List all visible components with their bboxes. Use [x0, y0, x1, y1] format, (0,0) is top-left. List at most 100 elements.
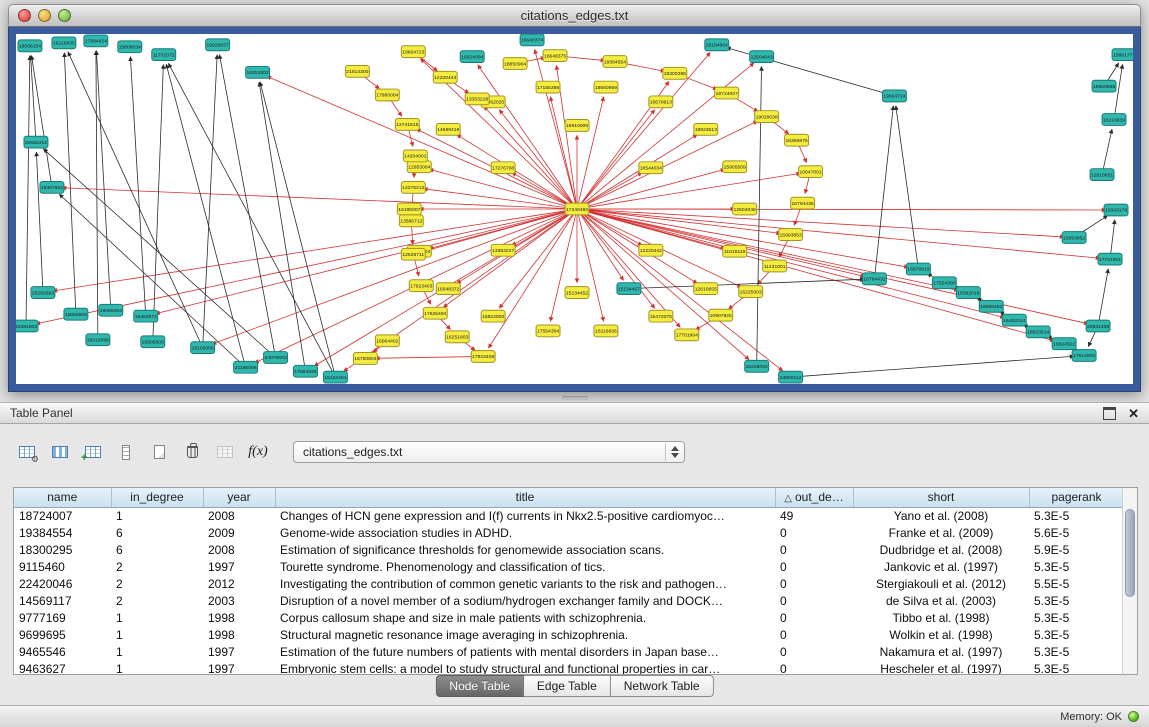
network-node[interactable]: 16360871	[134, 310, 158, 322]
network-node[interactable]: 19015098	[86, 334, 110, 346]
network-node[interactable]: 18923513	[694, 123, 718, 135]
network-node[interactable]: 15905505	[141, 336, 165, 348]
splitter-handle-icon[interactable]	[562, 396, 588, 400]
network-node[interactable]: 14204001	[403, 150, 427, 162]
tab-node-table[interactable]: Node Table	[435, 675, 524, 697]
network-node[interactable]: 16195006	[191, 342, 215, 354]
table-row[interactable]: 1872400712008Changes of HCN gene express…	[14, 507, 1124, 524]
delete-table-icon[interactable]	[179, 440, 205, 464]
network-node[interactable]: 15750804	[353, 353, 377, 365]
network-node[interactable]: 19384554	[603, 56, 627, 68]
float-panel-icon[interactable]	[1103, 407, 1116, 420]
network-node[interactable]: 21814300	[345, 65, 369, 77]
network-node[interactable]: 16116835	[52, 37, 76, 49]
network-node[interactable]: 18392016	[956, 287, 980, 299]
network-node[interactable]: 13353228	[465, 93, 489, 105]
network-node[interactable]: 16648374	[520, 34, 544, 46]
network-node[interactable]: 19560958	[1092, 80, 1116, 92]
network-node[interactable]: 16910009	[565, 120, 589, 132]
network-node[interactable]: 25260593	[31, 287, 55, 299]
network-node[interactable]: 16648375	[543, 50, 567, 62]
network-node[interactable]: 11016119	[723, 245, 747, 257]
network-node[interactable]: 17923403	[409, 280, 433, 292]
network-node[interactable]: 19924502	[1052, 338, 1076, 350]
network-node[interactable]: 15134452	[565, 287, 589, 299]
network-node[interactable]: 24076603	[264, 352, 288, 364]
network-node[interactable]: 15993852	[1062, 232, 1086, 244]
zoom-button[interactable]	[58, 9, 71, 22]
network-node[interactable]: 12610655	[694, 283, 718, 295]
table-row[interactable]: 1830029562008Estimation of significance …	[14, 541, 1124, 558]
network-node[interactable]: 16116839	[1102, 114, 1126, 126]
network-node[interactable]: 12504046	[733, 203, 757, 215]
network-node[interactable]: 14275212	[401, 181, 425, 193]
network-node[interactable]: 19896453	[979, 300, 1003, 312]
network-node[interactable]: 17894824	[84, 35, 108, 47]
network-node[interactable]: 19664724	[882, 90, 906, 102]
network-node[interactable]: 16679913	[649, 96, 673, 108]
network-node[interactable]: 15134451	[323, 371, 347, 383]
network-node[interactable]: 21195006	[234, 361, 258, 373]
network-node[interactable]: 12610651	[1090, 169, 1114, 181]
table-scrollbar-thumb[interactable]	[1125, 509, 1135, 597]
table-row[interactable]: 946362711997Embryonic stem cells: a mode…	[14, 660, 1124, 675]
network-node[interactable]: 15134457	[617, 283, 641, 295]
function-builder-icon[interactable]: f(x)	[245, 440, 271, 464]
new-table-icon[interactable]	[146, 440, 172, 464]
network-node[interactable]: 17701901	[1098, 253, 1122, 265]
network-node[interactable]: 17625404	[423, 307, 447, 319]
column-header-out_de[interactable]: △out_de…	[775, 488, 853, 507]
network-node[interactable]: 10647001	[799, 166, 823, 178]
network-node[interactable]: 19343178	[1104, 204, 1128, 216]
column-header-year[interactable]: year	[203, 488, 275, 507]
tab-edge-table[interactable]: Edge Table	[524, 675, 611, 697]
network-node[interactable]: 18006154	[18, 40, 42, 52]
network-node[interactable]: 15891777	[1112, 49, 1133, 61]
table-selector[interactable]: citations_edges.txt	[293, 441, 685, 463]
network-node[interactable]: 15056805	[64, 308, 88, 320]
column-header-in_degree[interactable]: in_degree	[111, 488, 203, 507]
network-node[interactable]: 16225004	[745, 360, 769, 372]
network-node[interactable]: 15824003	[481, 310, 505, 322]
table-row[interactable]: 946554611997Estimation of the future num…	[14, 643, 1124, 660]
column-header-name[interactable]: name	[14, 488, 111, 507]
select-columns-icon[interactable]	[47, 440, 73, 464]
network-canvas[interactable]: 1800615416116835178948241560803411731072…	[16, 34, 1133, 384]
network-node[interactable]: 18300295	[663, 67, 687, 79]
close-panel-icon[interactable]: ✕	[1128, 407, 1139, 420]
network-node[interactable]: 16195007	[397, 203, 421, 215]
table-row[interactable]: 1938455462009Genome-wide association stu…	[14, 524, 1124, 541]
network-node[interactable]: 17923408	[471, 351, 495, 363]
network-node[interactable]: 19560959	[594, 81, 618, 93]
network-node[interactable]: 16794432	[862, 273, 886, 285]
network-node[interactable]: 20655312	[24, 136, 48, 148]
network-node[interactable]: 17554304	[536, 325, 560, 337]
network-node[interactable]: 16225003	[739, 286, 763, 298]
table-scrollbar[interactable]	[1122, 488, 1137, 674]
network-node[interactable]: 12526711	[401, 248, 425, 260]
network-node[interactable]: 12953004	[407, 161, 431, 173]
column-header-short[interactable]: short	[853, 488, 1029, 507]
network-node[interactable]: 17980004	[375, 89, 399, 101]
network-node[interactable]: 18381903	[16, 320, 38, 332]
network-node[interactable]: 18367602	[40, 181, 64, 193]
network-node[interactable]: 15993853	[779, 229, 803, 241]
network-window-titlebar[interactable]: citations_edges.txt	[8, 4, 1141, 27]
row-height-icon[interactable]	[113, 440, 139, 464]
network-node[interactable]: 17240493	[565, 203, 589, 215]
network-node[interactable]: 17614900	[1072, 350, 1096, 362]
table-row[interactable]: 911546021997Tourette syndrome. Phenomeno…	[14, 558, 1124, 575]
tab-network-table[interactable]: Network Table	[611, 675, 714, 697]
network-node[interactable]: 16360875	[785, 134, 809, 146]
network-node[interactable]: 12504043	[750, 51, 774, 63]
table-row[interactable]: 2242004622012Investigating the contribut…	[14, 575, 1124, 592]
network-node[interactable]: 16648372	[436, 283, 460, 295]
network-node[interactable]: 17156398	[536, 81, 560, 93]
network-node[interactable]: 24560112	[779, 371, 803, 383]
minimize-button[interactable]	[38, 9, 51, 22]
network-node[interactable]: 12220443	[433, 71, 457, 83]
close-button[interactable]	[18, 9, 31, 22]
table-settings-icon[interactable]: ⚙	[14, 440, 40, 464]
network-node[interactable]: 18544034	[639, 162, 663, 174]
network-node[interactable]: 12220442	[639, 244, 663, 256]
